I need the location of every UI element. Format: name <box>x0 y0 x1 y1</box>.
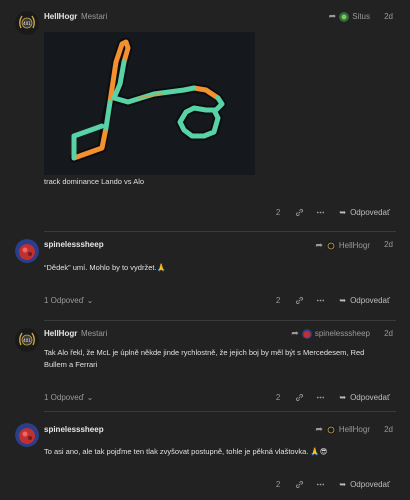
user-title: Mestari <box>81 329 108 338</box>
sheep-avatar-icon <box>15 423 39 447</box>
like-count: 2 <box>275 208 281 217</box>
post-date[interactable]: 2d <box>384 329 393 338</box>
replies-count: 1 Odpoveď <box>44 393 84 402</box>
more-icon <box>317 396 325 399</box>
reply-label: Odpovedať <box>350 208 390 217</box>
post-2: spinelesssheep ➦ HellHogr 2d “Dědek” umí… <box>0 232 410 320</box>
share-link-button[interactable] <box>295 480 304 489</box>
like-button[interactable]: 2 <box>276 393 283 402</box>
reply-button[interactable]: ➥ Odpovedať <box>339 296 390 305</box>
avatar-hellhogr[interactable]: 401 <box>15 11 39 35</box>
reply-to-name: spinelesssheep <box>314 329 370 338</box>
replies-toggle[interactable]: 1 Odpoveď ⌄ <box>44 393 93 402</box>
reply-icon: ➥ <box>339 208 347 217</box>
svg-text:401: 401 <box>23 338 31 343</box>
chevron-down-icon: ⌄ <box>86 393 94 402</box>
reply-label: Odpovedať <box>350 393 390 402</box>
more-button[interactable] <box>316 208 325 217</box>
mini-avatar <box>325 240 336 251</box>
more-icon <box>317 299 325 302</box>
user-title: Mestari <box>81 12 108 21</box>
laurel-avatar-icon: 401 <box>15 11 39 35</box>
avatar-hellhogr[interactable]: 401 <box>15 328 39 352</box>
more-icon <box>317 483 325 486</box>
post-actions: 2 ➥ Odpovedať <box>276 296 390 305</box>
reply-arrow-icon: ➦ <box>328 11 337 21</box>
reply-button[interactable]: ➥ Odpovedať <box>339 208 390 217</box>
svg-text:401: 401 <box>23 21 31 26</box>
link-icon <box>296 208 304 217</box>
like-count: 2 <box>275 393 281 402</box>
post-actions: 2 ➥ Odpovedať <box>276 393 390 402</box>
share-link-button[interactable] <box>295 296 304 305</box>
more-icon <box>317 211 325 214</box>
reply-icon: ➥ <box>339 480 347 489</box>
post-text: To asi ano, ale tak pojďme ten tlak zvyš… <box>44 447 328 456</box>
reply-to-link[interactable]: ➦ spinelesssheep <box>291 328 370 339</box>
link-icon <box>296 480 304 489</box>
like-button[interactable]: 2 <box>276 208 283 217</box>
post-4: spinelesssheep ➦ HellHogr 2d To asi ano,… <box>0 412 410 500</box>
like-count: 2 <box>275 296 281 305</box>
chevron-down-icon: ⌄ <box>86 296 94 305</box>
reply-arrow-icon: ➦ <box>291 328 299 338</box>
post-date[interactable]: 2d <box>384 240 393 249</box>
laurel-avatar-icon: 401 <box>15 328 39 352</box>
post-username[interactable]: HellHogr <box>44 12 77 21</box>
reply-arrow-icon: ➦ <box>315 424 323 434</box>
post-actions: 2 ➥ Odpovedať <box>276 208 390 217</box>
post-1: 401 HellHogr Mestari ➦ Situs 2d track do… <box>0 0 410 232</box>
track-dominance-image[interactable] <box>44 32 255 175</box>
like-button[interactable]: 2 <box>276 296 283 305</box>
more-button[interactable] <box>316 296 325 305</box>
post-date[interactable]: 2d <box>384 12 393 21</box>
reply-to-name: HellHogr <box>338 425 370 434</box>
more-button[interactable] <box>316 393 325 402</box>
reply-arrow-icon: ➦ <box>315 240 323 250</box>
more-button[interactable] <box>316 480 325 489</box>
post-text: “Dědek” umí. Mohlo by to vydržet.🙏 <box>44 263 166 272</box>
reply-icon: ➥ <box>339 296 347 305</box>
reply-to-link[interactable]: ➦ HellHogr <box>315 424 370 435</box>
reply-to-name: Situs <box>352 12 370 21</box>
avatar-spinelesssheep[interactable] <box>15 423 39 447</box>
post-caption: track dominance Lando vs Alo <box>44 177 145 186</box>
like-button[interactable]: 2 <box>276 480 283 489</box>
reply-button[interactable]: ➥ Odpovedať <box>339 480 390 489</box>
reply-to-link[interactable]: ➦ HellHogr <box>315 240 370 251</box>
link-icon <box>296 393 304 402</box>
post-text: Tak Alo řekl, že McL je úplně někde jind… <box>44 348 365 369</box>
post-username[interactable]: spinelesssheep <box>44 425 104 434</box>
replies-toggle[interactable]: 1 Odpoveď ⌄ <box>44 296 93 305</box>
mini-avatar <box>301 328 312 339</box>
replies-count: 1 Odpoveď <box>44 296 84 305</box>
sheep-avatar-icon <box>15 239 39 263</box>
track-map-graphic <box>44 32 255 175</box>
share-link-button[interactable] <box>295 208 304 217</box>
reply-icon: ➥ <box>339 393 347 402</box>
mini-avatar <box>339 11 350 22</box>
post-3: 401 HellHogr Mestari ➦ spinelesssheep 2d… <box>0 321 410 417</box>
reply-to-link[interactable]: ➦ Situs <box>329 11 370 22</box>
link-icon <box>296 296 304 305</box>
reply-label: Odpovedať <box>350 480 390 489</box>
reply-label: Odpovedať <box>350 296 390 305</box>
like-count: 2 <box>275 480 281 489</box>
post-actions: 2 ➥ Odpovedať <box>276 480 390 489</box>
post-date[interactable]: 2d <box>384 425 393 434</box>
post-username[interactable]: HellHogr <box>44 329 77 338</box>
avatar-spinelesssheep[interactable] <box>15 239 39 263</box>
reply-button[interactable]: ➥ Odpovedať <box>339 393 390 402</box>
mini-avatar <box>325 424 336 435</box>
post-username[interactable]: spinelesssheep <box>44 240 104 249</box>
share-link-button[interactable] <box>295 393 304 402</box>
reply-to-name: HellHogr <box>338 241 370 250</box>
